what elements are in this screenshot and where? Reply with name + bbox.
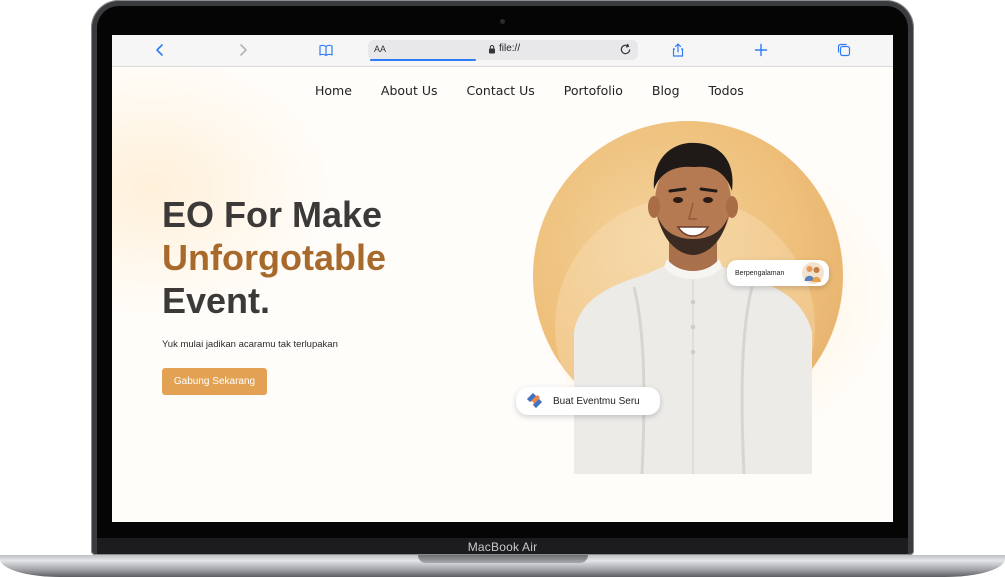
nav-home[interactable]: Home bbox=[315, 83, 352, 98]
page-load-progress bbox=[370, 59, 476, 61]
forward-icon[interactable] bbox=[234, 41, 252, 59]
tabs-icon[interactable] bbox=[835, 41, 853, 59]
experienced-badge-label: Berpengalaman bbox=[735, 269, 785, 277]
landing-page: Home About Us Contact Us Portofolio Blog… bbox=[112, 67, 893, 522]
book-icon[interactable] bbox=[317, 41, 335, 59]
hero-title-line-1: EO For Make bbox=[162, 194, 383, 235]
hero-title-accent: Unforgotable bbox=[162, 237, 386, 278]
nav-todos[interactable]: Todos bbox=[709, 83, 744, 98]
nav-contact-us[interactable]: Contact Us bbox=[467, 83, 535, 98]
reader-aa-button[interactable]: AA bbox=[374, 44, 386, 54]
people-icon bbox=[802, 262, 824, 284]
nav-about-us[interactable]: About Us bbox=[381, 83, 438, 98]
hero-title-line-3: Event. bbox=[162, 280, 271, 321]
nav-portofolio[interactable]: Portofolio bbox=[564, 83, 623, 98]
lock-icon bbox=[489, 45, 495, 54]
join-now-button[interactable]: Gabung Sekarang bbox=[162, 368, 267, 395]
experienced-badge: Berpengalaman bbox=[727, 260, 829, 286]
hero-title: EO For Make Unforgotable Event. bbox=[162, 193, 386, 322]
camera-icon bbox=[500, 19, 505, 24]
back-icon[interactable] bbox=[151, 41, 169, 59]
browser-screen: AA file:// Home About Us Contact Us Port… bbox=[112, 35, 893, 522]
create-event-badge-label: Buat Eventmu Seru bbox=[553, 395, 640, 407]
main-nav: Home About Us Contact Us Portofolio Blog… bbox=[315, 83, 773, 98]
plus-icon[interactable] bbox=[752, 41, 770, 59]
device-brand-label: MacBook Air bbox=[467, 540, 538, 554]
create-event-badge: Buat Eventmu Seru bbox=[516, 387, 660, 415]
laptop-hinge-notch bbox=[418, 555, 588, 563]
browser-toolbar: AA file:// bbox=[112, 35, 893, 67]
smiling-man-photo bbox=[574, 142, 812, 474]
url-text: file:// bbox=[499, 43, 521, 54]
nav-blog[interactable]: Blog bbox=[652, 83, 680, 98]
share-icon[interactable] bbox=[669, 41, 687, 59]
address-bar[interactable]: AA file:// bbox=[368, 40, 638, 60]
puzzle-icon bbox=[527, 393, 542, 408]
reload-icon[interactable] bbox=[619, 43, 632, 56]
hero-subtitle: Yuk mulai jadikan acaramu tak terlupakan bbox=[162, 339, 338, 350]
